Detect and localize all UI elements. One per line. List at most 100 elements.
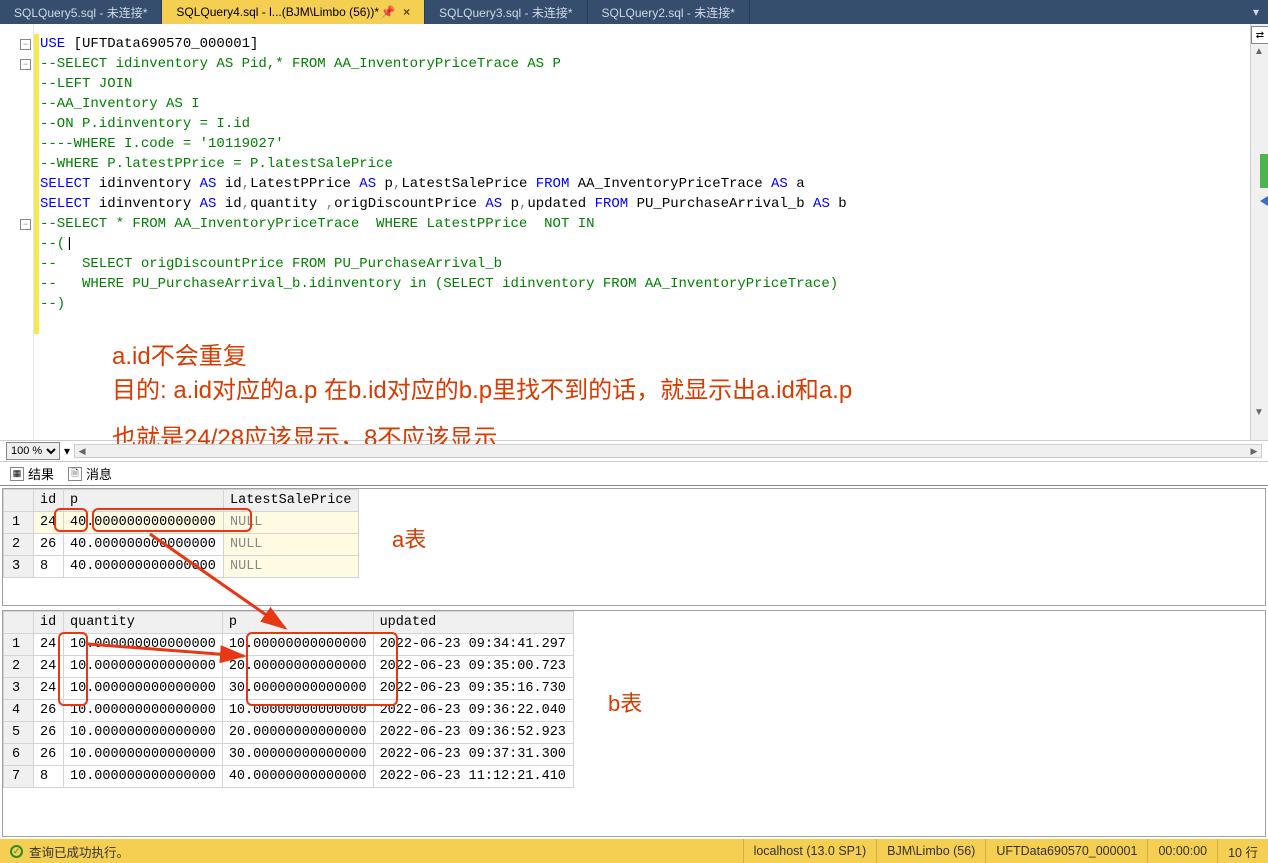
result-grid-b[interactable]: idquantitypupdated12410.0000000000000001…: [2, 610, 1266, 837]
split-view-button[interactable]: ⇄: [1251, 26, 1268, 44]
code-line[interactable]: USE [UFTData690570_000001]: [40, 34, 1250, 54]
scroll-right-icon[interactable]: ▶: [1247, 445, 1261, 457]
table-cell[interactable]: 26: [34, 722, 64, 744]
result-grid-a[interactable]: idpLatestSalePrice 12440.000000000000000N…: [2, 488, 1266, 606]
table-cell[interactable]: 24: [34, 656, 64, 678]
row-header[interactable]: 5: [4, 722, 34, 744]
status-ok: ✓ 查询已成功执行。: [0, 839, 139, 863]
caret-marker: [1260, 196, 1268, 206]
row-header[interactable]: 2: [4, 656, 34, 678]
table-cell[interactable]: 8: [34, 556, 64, 578]
table-cell[interactable]: 40.000000000000000: [64, 512, 224, 534]
table-cell[interactable]: 10.000000000000000: [64, 744, 223, 766]
close-icon[interactable]: ×: [403, 5, 410, 19]
row-header[interactable]: 1: [4, 512, 34, 534]
column-header[interactable]: updated: [373, 612, 573, 634]
table-cell[interactable]: 40.000000000000000: [64, 534, 224, 556]
code-line[interactable]: --WHERE P.latestPPrice = P.latestSalePri…: [40, 154, 1250, 174]
row-header[interactable]: 4: [4, 700, 34, 722]
zoom-dropdown-icon[interactable]: ▾: [64, 444, 70, 458]
results-tab[interactable]: ▦ 结果: [10, 464, 54, 483]
code-line[interactable]: SELECT idinventory AS id,quantity ,origD…: [40, 194, 1250, 214]
tab-overflow-button[interactable]: ▾: [1244, 0, 1268, 24]
table-cell[interactable]: 30.00000000000000: [222, 678, 373, 700]
table-cell[interactable]: 26: [34, 744, 64, 766]
code-area[interactable]: USE [UFTData690570_000001]--SELECT idinv…: [34, 24, 1250, 440]
scroll-down-icon[interactable]: ▼: [1254, 407, 1264, 418]
table-cell[interactable]: 10.000000000000000: [64, 722, 223, 744]
vertical-scrollbar[interactable]: ⇄ ▲ ▼: [1250, 24, 1268, 440]
table-cell[interactable]: 20.00000000000000: [222, 656, 373, 678]
column-header[interactable]: p: [222, 612, 373, 634]
table-cell[interactable]: 40.000000000000000: [64, 556, 224, 578]
fold-toggle[interactable]: −: [20, 59, 31, 70]
tab-label: SQLQuery2.sql - 未连接*: [602, 4, 735, 21]
tab-query-3[interactable]: SQLQuery3.sql - 未连接*: [425, 0, 587, 24]
code-line[interactable]: --LEFT JOIN: [40, 74, 1250, 94]
zoom-select[interactable]: 100 %: [6, 442, 60, 460]
scroll-left-icon[interactable]: ◀: [75, 445, 89, 457]
row-header-corner: [4, 490, 34, 512]
table-cell[interactable]: 26: [34, 534, 64, 556]
code-line[interactable]: --AA_Inventory AS I: [40, 94, 1250, 114]
table-cell[interactable]: 10.000000000000000: [64, 766, 223, 788]
fold-toggle[interactable]: −: [20, 39, 31, 50]
table-cell[interactable]: 30.00000000000000: [222, 744, 373, 766]
row-header[interactable]: 2: [4, 534, 34, 556]
results-area: idpLatestSalePrice12440.000000000000000N…: [0, 486, 1268, 839]
tab-label: SQLQuery5.sql - 未连接*: [14, 4, 147, 21]
code-line[interactable]: --SELECT * FROM AA_InventoryPriceTrace W…: [40, 214, 1250, 234]
table-cell[interactable]: 2022-06-23 09:36:22.040: [373, 700, 573, 722]
table-cell[interactable]: 2022-06-23 09:35:00.723: [373, 656, 573, 678]
fold-toggle[interactable]: −: [20, 219, 31, 230]
status-user: BJM\Limbo (56): [876, 839, 985, 863]
column-header[interactable]: id: [34, 490, 64, 512]
table-cell[interactable]: 26: [34, 700, 64, 722]
table-cell[interactable]: NULL: [224, 534, 359, 556]
code-line[interactable]: -- WHERE PU_PurchaseArrival_b.idinventor…: [40, 274, 1250, 294]
table-cell[interactable]: NULL: [224, 556, 359, 578]
code-line[interactable]: --(|: [40, 234, 1250, 254]
column-header[interactable]: LatestSalePrice: [224, 490, 359, 512]
code-line[interactable]: SELECT idinventory AS id,LatestPPrice AS…: [40, 174, 1250, 194]
row-header[interactable]: 1: [4, 634, 34, 656]
table-cell[interactable]: 2022-06-23 11:12:21.410: [373, 766, 573, 788]
status-time: 00:00:00: [1147, 839, 1217, 863]
tab-query-2[interactable]: SQLQuery2.sql - 未连接*: [588, 0, 750, 24]
messages-tab[interactable]: 🗎 消息: [68, 464, 112, 483]
pin-icon[interactable]: 📌: [383, 7, 393, 17]
table-cell[interactable]: 8: [34, 766, 64, 788]
row-header[interactable]: 3: [4, 678, 34, 700]
table-cell[interactable]: 2022-06-23 09:35:16.730: [373, 678, 573, 700]
table-cell[interactable]: 2022-06-23 09:37:31.300: [373, 744, 573, 766]
table-cell[interactable]: 10.00000000000000: [222, 634, 373, 656]
table-cell[interactable]: 24: [34, 634, 64, 656]
scroll-up-icon[interactable]: ▲: [1254, 46, 1264, 57]
code-line[interactable]: ----WHERE I.code = '10119027': [40, 134, 1250, 154]
code-line[interactable]: --ON P.idinventory = I.id: [40, 114, 1250, 134]
table-cell[interactable]: 10.00000000000000: [222, 700, 373, 722]
table-cell[interactable]: 10.000000000000000: [64, 634, 223, 656]
table-cell[interactable]: 10.000000000000000: [64, 678, 223, 700]
code-line[interactable]: -- SELECT origDiscountPrice FROM PU_Purc…: [40, 254, 1250, 274]
row-header[interactable]: 3: [4, 556, 34, 578]
row-header[interactable]: 7: [4, 766, 34, 788]
table-cell[interactable]: 2022-06-23 09:36:52.923: [373, 722, 573, 744]
table-cell[interactable]: 20.00000000000000: [222, 722, 373, 744]
tab-query-5[interactable]: SQLQuery5.sql - 未连接*: [0, 0, 162, 24]
code-line[interactable]: --SELECT idinventory AS Pid,* FROM AA_In…: [40, 54, 1250, 74]
horizontal-scrollbar[interactable]: ◀ ▶: [74, 444, 1262, 458]
row-header[interactable]: 6: [4, 744, 34, 766]
table-cell[interactable]: 24: [34, 512, 64, 534]
column-header[interactable]: id: [34, 612, 64, 634]
table-cell[interactable]: 10.000000000000000: [64, 700, 223, 722]
column-header[interactable]: quantity: [64, 612, 223, 634]
code-line[interactable]: --): [40, 294, 1250, 314]
table-cell[interactable]: 2022-06-23 09:34:41.297: [373, 634, 573, 656]
table-cell[interactable]: NULL: [224, 512, 359, 534]
table-cell[interactable]: 10.000000000000000: [64, 656, 223, 678]
table-cell[interactable]: 24: [34, 678, 64, 700]
column-header[interactable]: p: [64, 490, 224, 512]
tab-query-4[interactable]: SQLQuery4.sql - l...(BJM\Limbo (56))* 📌 …: [162, 0, 425, 24]
table-cell[interactable]: 40.00000000000000: [222, 766, 373, 788]
